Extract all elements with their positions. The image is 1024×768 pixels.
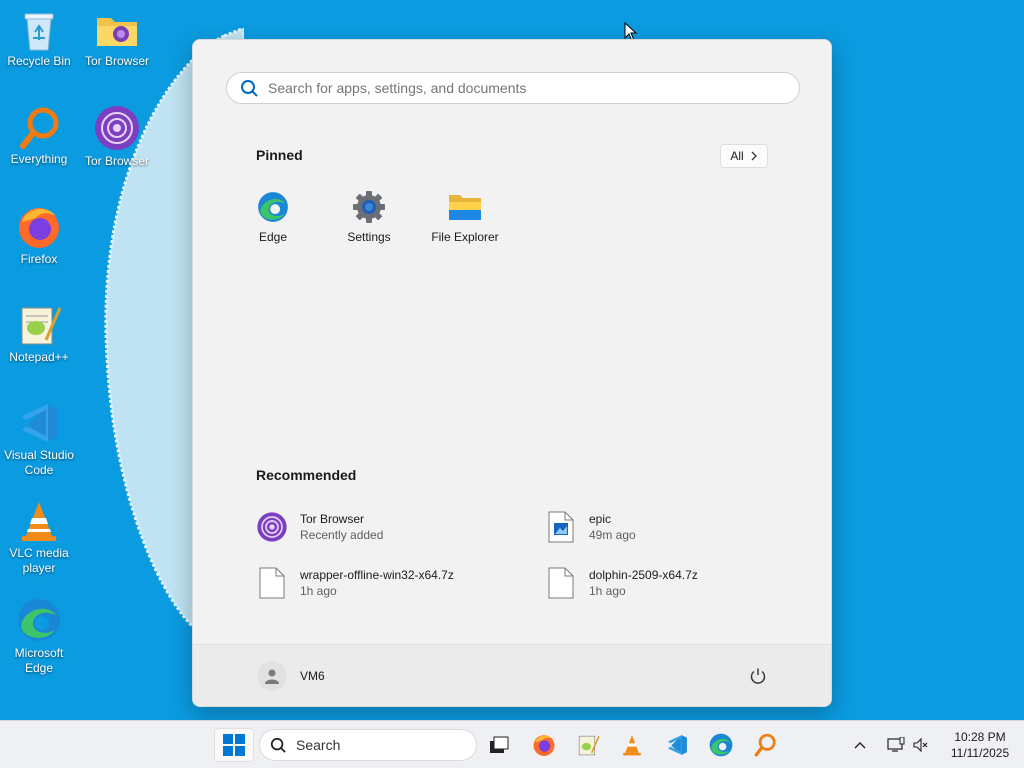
- vlc-icon: [623, 735, 641, 756]
- desktop-icon-notepad-plus-plus[interactable]: Notepad++: [0, 302, 78, 365]
- pinned-app-file-explorer[interactable]: File Explorer: [417, 190, 513, 244]
- firefox-icon: [19, 208, 59, 248]
- taskbar-app-everything[interactable]: [745, 728, 785, 762]
- recommended-item-subtitle: 1h ago: [589, 584, 626, 598]
- clock-date: 11/11/2025: [950, 746, 1010, 760]
- network-volume-tray[interactable]: [880, 728, 936, 762]
- network-icon: [887, 737, 905, 752]
- desktop-icon-edge[interactable]: Microsoft Edge: [0, 596, 78, 676]
- edge-icon: [258, 192, 288, 222]
- recommended-item-name: epic: [589, 512, 612, 526]
- show-hidden-icons-button[interactable]: [842, 728, 878, 762]
- desktop-icon-label: VLC media player: [9, 546, 69, 575]
- everything-icon: [754, 733, 776, 757]
- pinned-app-edge[interactable]: Edge: [225, 190, 321, 244]
- recommended-item-name: dolphin-2509-x64.7z: [589, 568, 698, 582]
- desktop-icon-tor-browser[interactable]: Tor Browser: [78, 104, 156, 169]
- desktop-icon-everything[interactable]: Everything: [0, 106, 78, 167]
- taskbar-app-vlc[interactable]: [612, 728, 652, 762]
- image-file-icon: [548, 511, 574, 543]
- volume-muted-icon: [913, 737, 928, 753]
- start-button[interactable]: [214, 728, 254, 762]
- taskbar-app-firefox[interactable]: [524, 728, 564, 762]
- recommended-item[interactable]: wrapper-offline-win32-x64.7z 1h ago: [256, 567, 454, 599]
- desktop-icon-firefox[interactable]: Firefox: [0, 204, 78, 267]
- user-account-button[interactable]: VM6: [257, 661, 325, 691]
- desktop-icon-label: Everything: [10, 152, 68, 166]
- chevron-right-icon: [751, 151, 757, 161]
- recycle-bin-icon: [24, 13, 54, 51]
- gear-icon: [353, 191, 385, 223]
- user-icon: [265, 669, 279, 684]
- recommended-item-subtitle: 49m ago: [589, 528, 636, 542]
- pinned-app-label: Settings: [347, 230, 391, 244]
- start-search-input[interactable]: [268, 80, 768, 96]
- desktop-icon-tor-browser-folder[interactable]: Tor Browser: [78, 8, 156, 69]
- desktop-icon-label: Recycle Bin: [7, 54, 71, 68]
- search-icon: [240, 79, 258, 97]
- everything-icon: [20, 107, 59, 149]
- taskbar-clock[interactable]: 10:28 PM 11/11/2025: [940, 729, 1020, 761]
- desktop-icon-vlc[interactable]: VLC media player: [0, 498, 78, 576]
- desktop-icon-label: Firefox: [20, 252, 58, 266]
- desktop-icon-label: Tor Browser: [84, 154, 149, 168]
- start-search-box[interactable]: [226, 72, 800, 104]
- desktop-icon-label: Tor Browser: [84, 54, 149, 68]
- edge-icon: [18, 599, 60, 641]
- clock-time: 10:28 PM: [954, 730, 1006, 744]
- taskbar-app-vscode[interactable]: [657, 728, 697, 762]
- pinned-app-label: File Explorer: [431, 230, 499, 244]
- desktop-icon-label: Microsoft Edge: [14, 646, 64, 675]
- pinned-app-settings[interactable]: Settings: [321, 190, 417, 244]
- desktop-icon-vscode[interactable]: Visual Studio Code: [0, 400, 78, 478]
- pinned-app-label: Edge: [258, 230, 288, 244]
- notepad-plus-plus-icon: [21, 307, 62, 345]
- taskbar-search-label: Search: [296, 737, 341, 753]
- vscode-icon: [22, 404, 58, 442]
- all-apps-button[interactable]: All: [720, 144, 768, 168]
- taskbar-search-box[interactable]: Search: [259, 729, 477, 761]
- firefox-icon: [533, 735, 555, 756]
- recommended-item[interactable]: Tor Browser Recently added: [256, 511, 383, 543]
- file-icon: [548, 567, 574, 599]
- recommended-item-subtitle: Recently added: [300, 528, 384, 542]
- avatar: [257, 661, 287, 691]
- recommended-heading: Recommended: [256, 467, 357, 483]
- edge-icon: [709, 733, 733, 757]
- task-view-icon: [490, 736, 509, 753]
- search-icon: [270, 737, 286, 753]
- power-icon: [750, 668, 766, 684]
- tor-browser-icon: [257, 512, 287, 542]
- taskbar-app-notepad-plus-plus[interactable]: [568, 728, 608, 762]
- taskbar: Search 10:28 PM 11/11/2025: [0, 720, 1024, 768]
- recommended-item-subtitle: 1h ago: [300, 584, 337, 598]
- task-view-button[interactable]: [479, 728, 519, 762]
- recommended-item-name: Tor Browser: [300, 512, 365, 526]
- desktop-icon-label: Notepad++: [9, 350, 69, 364]
- recommended-item[interactable]: epic 49m ago: [545, 511, 636, 543]
- recommended-item-name: wrapper-offline-win32-x64.7z: [300, 568, 454, 582]
- tor-browser-icon: [95, 106, 139, 150]
- taskbar-app-edge[interactable]: [701, 728, 741, 762]
- vscode-icon: [668, 735, 687, 755]
- chevron-up-icon: [854, 742, 866, 749]
- start-menu: Pinned All Edge Settings: [192, 39, 832, 707]
- power-button[interactable]: [749, 667, 767, 690]
- start-menu-footer: VM6: [193, 644, 831, 706]
- folder-icon: [97, 18, 137, 46]
- folder-icon: [449, 195, 481, 220]
- all-apps-label: All: [730, 149, 744, 163]
- recommended-item[interactable]: dolphin-2509-x64.7z 1h ago: [545, 567, 698, 599]
- desktop-icon-label: Visual Studio Code: [4, 448, 74, 477]
- user-name: VM6: [300, 669, 325, 683]
- desktop-icon-recycle-bin[interactable]: Recycle Bin: [0, 8, 78, 69]
- windows-logo-icon: [223, 734, 245, 756]
- file-icon: [259, 567, 285, 599]
- vlc-icon: [22, 502, 56, 541]
- pinned-heading: Pinned: [256, 147, 303, 163]
- notepad-plus-plus-icon: [578, 735, 600, 756]
